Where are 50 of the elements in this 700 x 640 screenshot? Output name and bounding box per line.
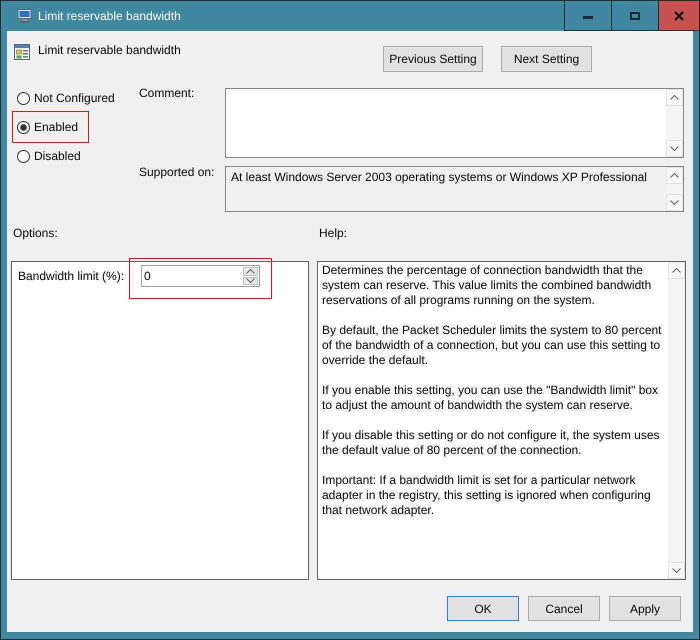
chevron-down-icon (672, 568, 681, 573)
help-paragraph: Important: If a bandwidth limit is set for a particular network adapter in the registry, this setting is ignored when configuring that network adapter. (322, 473, 652, 518)
dialog-button[interactable]: Apply (609, 596, 681, 621)
help-paragraph: If you disable this setting or do not configure it, the system uses the default value of 80 percent of the connection. (322, 428, 661, 458)
nav-button[interactable]: Previous Setting (383, 46, 483, 72)
scroll-down-button[interactable] (668, 562, 685, 579)
close-button[interactable] (658, 1, 699, 31)
spin-up-button[interactable] (243, 267, 258, 276)
chevron-down-icon (670, 146, 679, 151)
number-field[interactable]: 0 (141, 265, 260, 287)
help-label: Help: (319, 226, 348, 240)
bandwidth-limit-label: Bandwidth limit (%): (18, 269, 126, 283)
radio-button[interactable] (17, 150, 30, 162)
help-paragraph: If you enable this setting, you can use the "Bandwidth limit" box to adjust the amount of bandwidth the system can reserve. (322, 383, 660, 413)
chevron-down-icon (670, 200, 679, 205)
nav-button[interactable]: Next Setting (501, 46, 592, 72)
chevron-up-icon (246, 268, 255, 274)
comment-label: Comment: (139, 86, 194, 100)
radio-option[interactable]: Enabled (17, 120, 78, 134)
computer-icon (17, 9, 32, 23)
scrollbar[interactable] (668, 262, 685, 579)
scrollbar[interactable] (666, 89, 683, 157)
chevron-up-icon (670, 95, 679, 100)
dialog-button[interactable]: OK (447, 596, 519, 621)
maximize-icon (630, 12, 640, 20)
minimize-icon (583, 16, 593, 18)
close-icon (674, 10, 684, 20)
scroll-up-button[interactable] (666, 167, 683, 184)
scroll-down-button[interactable] (666, 194, 683, 211)
settings-window-icon (14, 44, 30, 60)
chevron-up-icon (672, 268, 681, 273)
chevron-down-icon (246, 278, 255, 284)
help-paragraph: By default, the Packet Scheduler limits the system to 80 percent of the bandwidth of a connection, but you can use this setting to override the default. (322, 323, 663, 368)
radio-option[interactable]: Disabled (17, 149, 81, 163)
radio-option[interactable]: Not Configured (17, 91, 115, 105)
radio-button[interactable] (17, 120, 30, 134)
chevron-up-icon (670, 173, 679, 178)
supported-on-label: Supported on: (139, 165, 214, 179)
radio-button[interactable] (17, 92, 30, 104)
window-title: Limit reservable bandwidth (38, 9, 181, 23)
dialog-button[interactable]: Cancel (528, 596, 600, 621)
options-label: Options: (13, 226, 59, 240)
setting-title: Limit reservable bandwidth (38, 43, 181, 57)
comment-field[interactable] (225, 88, 684, 158)
scroll-up-button[interactable] (668, 262, 685, 279)
supported-on-text: At least Windows Server 2003 operating systems or Windows XP Professional (230, 169, 648, 186)
scroll-up-button[interactable] (666, 89, 683, 106)
scrollbar[interactable] (666, 167, 683, 211)
help-paragraph: Determines the percentage of connection bandwidth that the system can reserve. This value limits the combined bandwidth reservations of all programs running on the system. (322, 263, 652, 308)
scroll-down-button[interactable] (666, 140, 683, 157)
